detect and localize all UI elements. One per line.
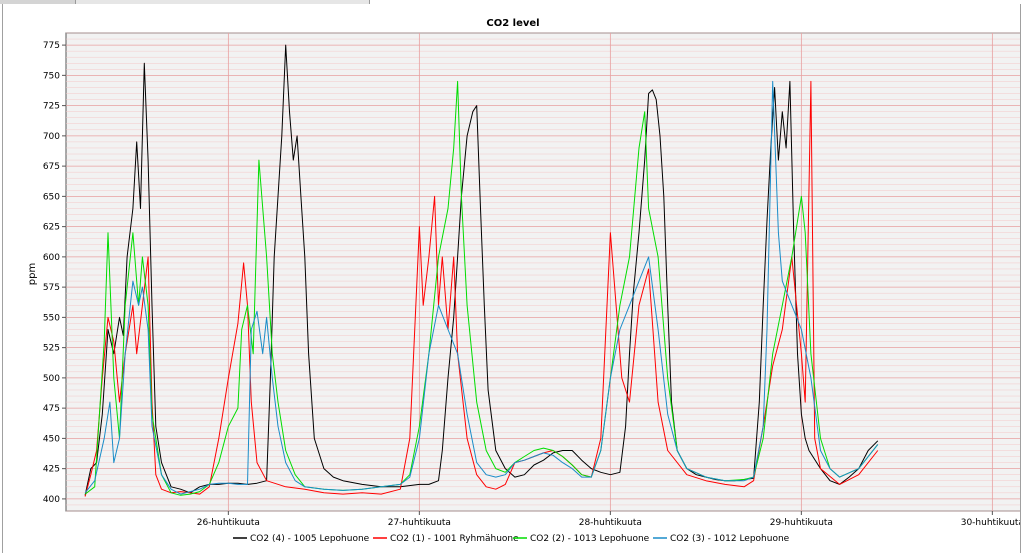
x-tick-label: 27-huhtikuuta [388,518,451,528]
y-tick-label: 625 [43,223,60,233]
y-tick-label: 775 [43,41,60,51]
y-tick-label: 550 [43,313,60,323]
y-tick-label: 650 [43,192,60,202]
y-tick-label: 425 [43,465,60,475]
plot-background [65,32,1020,512]
legend-label: CO2 (3) - 1012 Lepohuone [670,534,790,544]
x-tick-label: 28-huhtikuuta [579,518,642,528]
y-tick-label: 600 [43,253,60,263]
y-tick-label: 675 [43,162,60,172]
y-tick-label: 700 [43,132,60,142]
co2-line-chart: CO2 level 400 425 450 475 500 525 550 575 600 625… [27,18,1020,544]
y-tick-label: 475 [43,404,60,414]
y-tick-label: 400 [43,495,60,505]
y-tick-label: 450 [43,434,60,444]
x-tick-label: 26-huhtikuuta [197,518,260,528]
y-tick-label: 750 [43,71,60,81]
legend-label: CO2 (2) - 1013 Lepohuone [530,534,650,544]
legend-label: CO2 (1) - 1001 Ryhmähuone [390,534,519,544]
y-axis-label: ppm [27,263,38,285]
legend: CO2 (4) - 1005 Lepohuone CO2 (1) - 1001 R… [233,534,790,544]
chart-title: CO2 level [486,18,539,29]
chart-panel: CO2 level 400 425 450 475 500 525 550 575 600 625… [2,4,1021,553]
y-tick-label: 725 [43,102,60,112]
x-axis-ticks: 26-huhtikuuta 27-huhtikuuta 28-huhtikuuta 2… [197,511,1020,528]
y-tick-label: 525 [43,344,60,354]
y-axis-ticks: 400 425 450 475 500 525 550 575 600 625 650 675 700 7… [43,41,66,505]
x-tick-label: 30-huhtikuuta [961,518,1020,528]
y-tick-label: 500 [43,374,60,384]
y-tick-label: 575 [43,283,60,293]
x-tick-label: 29-huhtikuuta [770,518,833,528]
legend-label: CO2 (4) - 1005 Lepohuone [250,534,370,544]
